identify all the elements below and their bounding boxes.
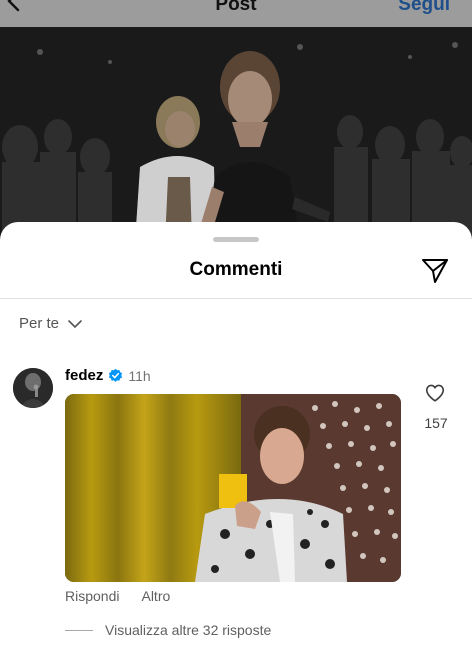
view-replies-label: Visualizza altre 32 risposte	[105, 622, 272, 638]
comment-header: fedez 11h	[65, 367, 151, 384]
sheet-divider	[0, 298, 472, 299]
reply-button[interactable]: Rispondi	[65, 588, 119, 604]
comment-username[interactable]: fedez	[65, 367, 103, 384]
post-photo	[0, 27, 472, 242]
send-icon[interactable]	[420, 256, 450, 286]
post-header: Post Segui	[0, 0, 472, 27]
avatar-image	[13, 368, 53, 408]
gif-image	[65, 394, 401, 582]
heart-icon[interactable]	[424, 382, 446, 404]
sort-label: Per te	[19, 315, 60, 332]
more-button[interactable]: Altro	[141, 588, 170, 604]
sheet-grabber[interactable]	[213, 237, 259, 242]
post-photo-image	[0, 27, 472, 242]
replies-line	[65, 629, 93, 631]
sheet-title: Commenti	[189, 259, 283, 280]
chevron-down-icon	[68, 319, 82, 328]
avatar[interactable]	[13, 368, 53, 408]
comment-gif[interactable]	[65, 394, 401, 582]
comment-actions: Rispondi Altro	[65, 588, 170, 604]
like-count: 157	[424, 415, 448, 431]
view-replies-button[interactable]: Visualizza altre 32 risposte	[65, 622, 271, 638]
comment-time: 11h	[128, 367, 151, 384]
comments-sheet: Commenti Per te fedez 11h 157 Rispondi A…	[0, 222, 472, 653]
sort-dropdown[interactable]: Per te	[19, 315, 83, 332]
verified-badge-icon	[109, 368, 123, 382]
follow-button[interactable]: Segui	[398, 0, 450, 16]
